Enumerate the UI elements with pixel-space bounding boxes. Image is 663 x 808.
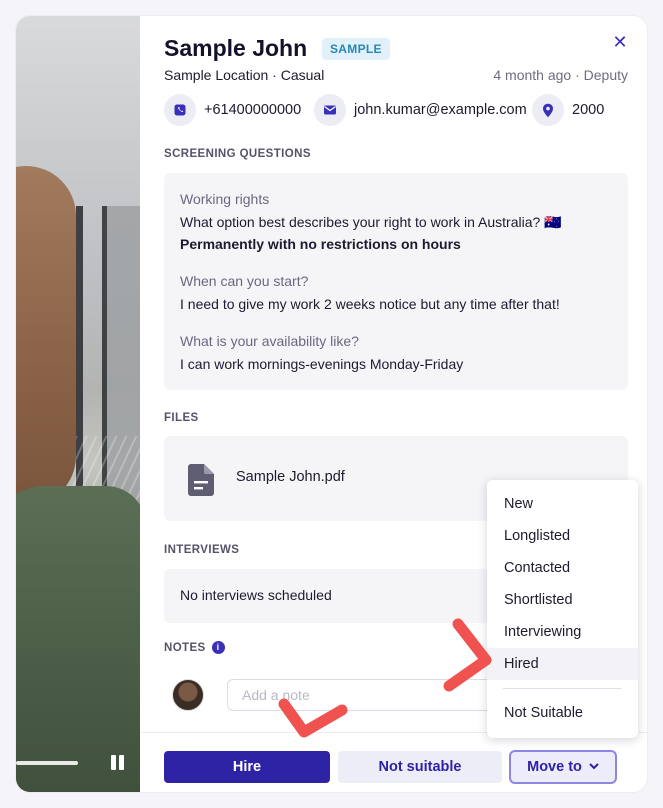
question-availability: What is your availability like? I can wo… xyxy=(180,333,463,375)
contact-postcode: 2000 xyxy=(532,94,604,126)
applied-meta: 4 month ago · Deputy xyxy=(493,67,628,83)
menu-item-hired[interactable]: Hired xyxy=(487,648,638,680)
pause-icon[interactable] xyxy=(110,755,126,771)
question-working-rights: Working rights What option best describe… xyxy=(180,191,562,255)
app-frame: Sample John SAMPLE ✕ Sample Location · C… xyxy=(0,0,663,808)
hire-button[interactable]: Hire xyxy=(164,751,330,783)
interviews-label: INTERVIEWS xyxy=(164,544,240,556)
question-start: When can you start? I need to give my wo… xyxy=(180,273,560,315)
menu-item-shortlisted[interactable]: Shortlisted xyxy=(487,584,638,616)
screening-questions-box: Working rights What option best describe… xyxy=(164,173,628,390)
document-icon xyxy=(188,464,214,496)
info-icon[interactable]: i xyxy=(211,641,225,654)
location-line: Sample Location · Casual xyxy=(164,67,325,83)
postcode: 2000 xyxy=(572,102,605,118)
menu-item-contacted[interactable]: Contacted xyxy=(487,552,638,584)
question-answer: Permanently with no restrictions on hour… xyxy=(180,236,461,252)
menu-item-not-suitable[interactable]: Not Suitable xyxy=(487,697,638,729)
avatar xyxy=(172,679,204,711)
question-title: Working rights xyxy=(180,191,270,207)
files-label: FILES xyxy=(164,412,199,424)
mail-icon xyxy=(314,94,346,126)
question-answer: I need to give my work 2 weeks notice bu… xyxy=(180,296,560,312)
move-to-button[interactable]: Move to xyxy=(509,750,617,784)
question-title: What is your availability like? xyxy=(180,333,359,349)
file-name: Sample John.pdf xyxy=(236,469,345,485)
video-person xyxy=(16,166,76,506)
move-to-label: Move to xyxy=(527,759,582,775)
candidate-name: Sample John xyxy=(164,35,308,61)
question-title: When can you start? xyxy=(180,273,309,289)
screening-label: SCREENING QUESTIONS xyxy=(164,148,311,160)
email-address: john.kumar@example.com xyxy=(354,102,527,118)
contact-email[interactable]: john.kumar@example.com xyxy=(314,94,527,126)
move-to-menu: New Longlisted Contacted Shortlisted Int… xyxy=(487,480,638,738)
video-preview[interactable] xyxy=(16,16,140,792)
menu-item-longlisted[interactable]: Longlisted xyxy=(487,520,638,552)
location-pin-icon xyxy=(532,94,564,126)
video-person-shirt xyxy=(16,486,140,792)
notes-label: NOTES i xyxy=(164,641,225,654)
no-interviews-text: No interviews scheduled xyxy=(180,587,332,603)
video-progress-bar[interactable] xyxy=(16,761,78,765)
chevron-down-icon xyxy=(589,763,599,770)
phone-icon xyxy=(164,94,196,126)
contact-phone[interactable]: +61400000000 xyxy=(164,94,301,126)
menu-item-new[interactable]: New xyxy=(487,488,638,520)
notes-label-text: NOTES xyxy=(164,642,206,654)
sample-badge: SAMPLE xyxy=(322,38,390,60)
question-answer: I can work mornings-evenings Monday-Frid… xyxy=(180,356,464,372)
menu-separator xyxy=(503,688,622,689)
close-icon[interactable]: ✕ xyxy=(608,30,632,54)
not-suitable-button[interactable]: Not suitable xyxy=(338,751,502,783)
note-input[interactable]: Add a note xyxy=(227,679,497,711)
phone-number: +61400000000 xyxy=(204,102,302,118)
action-footer: Hire Not suitable Move to xyxy=(140,732,647,792)
menu-item-interviewing[interactable]: Interviewing xyxy=(487,616,638,648)
question-text: What option best describes your right to… xyxy=(180,214,562,230)
